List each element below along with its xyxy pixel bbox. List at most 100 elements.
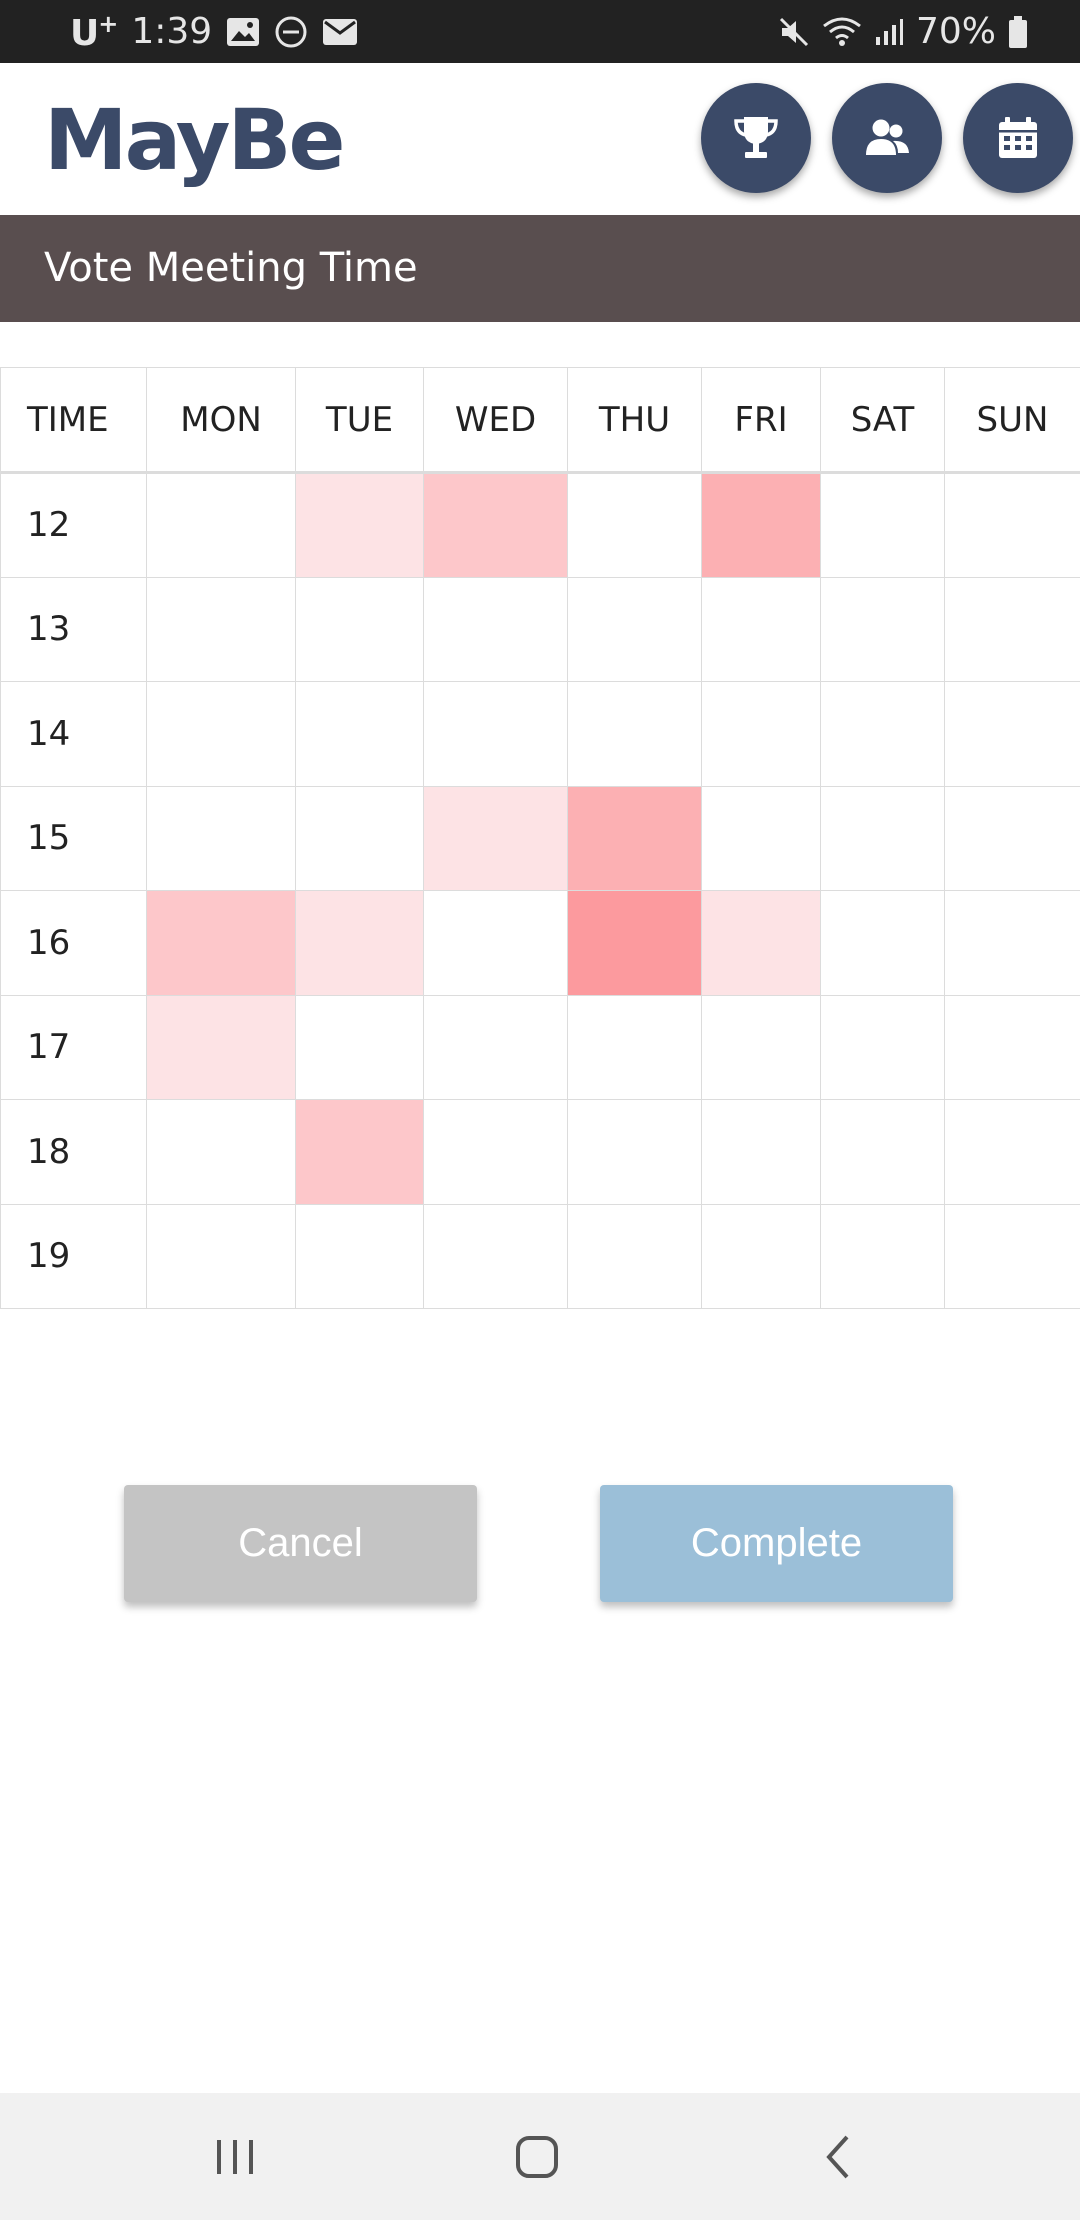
vote-cell-sat-14[interactable] [820, 681, 945, 787]
vote-cell-thu-16[interactable] [567, 890, 702, 996]
back-icon [826, 2135, 849, 2178]
vote-cell-sun-13[interactable] [944, 576, 1080, 682]
trophy-icon [734, 117, 778, 158]
vote-cell-fri-15[interactable] [701, 785, 821, 891]
table-row: 18 [0, 1099, 1080, 1205]
vote-cell-wed-15[interactable] [423, 785, 568, 891]
vote-cell-mon-15[interactable] [146, 785, 296, 891]
hour-label: 15 [0, 785, 147, 891]
mail-icon [322, 18, 358, 46]
vote-cell-wed-13[interactable] [423, 576, 568, 682]
vote-cell-thu-14[interactable] [567, 681, 702, 787]
vote-cell-mon-19[interactable] [146, 1203, 296, 1309]
vote-cell-wed-19[interactable] [423, 1203, 568, 1309]
table-row: 14 [0, 681, 1080, 787]
calendar-button[interactable] [963, 83, 1073, 193]
hour-label: 13 [0, 576, 147, 682]
vote-cell-thu-12[interactable] [567, 472, 702, 578]
image-icon [226, 17, 260, 47]
vote-cell-tue-14[interactable] [295, 681, 424, 787]
status-bar-left: U+ 1:39 [70, 0, 358, 63]
vote-cell-sat-18[interactable] [820, 1099, 945, 1205]
calendar-icon [999, 117, 1037, 158]
vote-cell-sat-16[interactable] [820, 890, 945, 996]
carrier-label: U+ [70, 9, 118, 54]
vote-cell-tue-18[interactable] [295, 1099, 424, 1205]
vote-cell-wed-16[interactable] [423, 890, 568, 996]
vote-cell-wed-17[interactable] [423, 994, 568, 1100]
vote-cell-sun-14[interactable] [944, 681, 1080, 787]
vote-cell-sat-15[interactable] [820, 785, 945, 891]
mute-icon [778, 16, 810, 48]
members-button[interactable] [832, 83, 942, 193]
vote-cell-sat-12[interactable] [820, 472, 945, 578]
home-button[interactable] [477, 2093, 597, 2220]
battery-icon [1008, 15, 1028, 49]
vote-cell-mon-13[interactable] [146, 576, 296, 682]
column-header: TIME [0, 367, 147, 473]
vote-cell-sun-12[interactable] [944, 472, 1080, 578]
vote-cell-tue-19[interactable] [295, 1203, 424, 1309]
vote-cell-sun-16[interactable] [944, 890, 1080, 996]
vote-cell-mon-18[interactable] [146, 1099, 296, 1205]
vote-cell-sun-18[interactable] [944, 1099, 1080, 1205]
vote-cell-mon-14[interactable] [146, 681, 296, 787]
cancel-button[interactable]: Cancel [124, 1485, 477, 1602]
ranking-button[interactable] [701, 83, 811, 193]
vote-cell-wed-18[interactable] [423, 1099, 568, 1205]
vote-cell-tue-17[interactable] [295, 994, 424, 1100]
wifi-icon [822, 16, 862, 48]
table-row: 17 [0, 994, 1080, 1100]
people-icon [866, 119, 909, 155]
vote-cell-thu-19[interactable] [567, 1203, 702, 1309]
clock: 1:39 [131, 11, 213, 52]
vote-cell-fri-16[interactable] [701, 890, 821, 996]
vote-cell-tue-15[interactable] [295, 785, 424, 891]
vote-cell-tue-13[interactable] [295, 576, 424, 682]
vote-cell-fri-14[interactable] [701, 681, 821, 787]
vote-cell-fri-18[interactable] [701, 1099, 821, 1205]
vote-cell-thu-17[interactable] [567, 994, 702, 1100]
table-row: 16 [0, 890, 1080, 996]
vote-cell-fri-19[interactable] [701, 1203, 821, 1309]
vote-cell-thu-13[interactable] [567, 576, 702, 682]
column-header: MON [146, 367, 296, 473]
back-button[interactable] [779, 2093, 899, 2220]
vote-cell-sat-19[interactable] [820, 1203, 945, 1309]
column-header: WED [423, 367, 568, 473]
vote-time-table: TIME MON TUE WED THU FRI SAT SUN 12 13 14 1… [0, 367, 1080, 1309]
vote-cell-sat-17[interactable] [820, 994, 945, 1100]
status-bar-right: 70% [778, 0, 1028, 63]
recents-icon [217, 2139, 253, 2174]
signal-icon [874, 17, 904, 47]
column-header: SUN [944, 367, 1080, 473]
recents-button[interactable] [175, 2093, 295, 2220]
vote-cell-thu-18[interactable] [567, 1099, 702, 1205]
vote-cell-fri-17[interactable] [701, 994, 821, 1100]
column-header: THU [567, 367, 702, 473]
table-header-row: TIME MON TUE WED THU FRI SAT SUN [0, 367, 1080, 473]
complete-button[interactable]: Complete [600, 1485, 953, 1602]
hour-label: 14 [0, 681, 147, 787]
app-logo[interactable]: MayBe [44, 91, 345, 189]
vote-cell-sun-17[interactable] [944, 994, 1080, 1100]
vote-cell-mon-17[interactable] [146, 994, 296, 1100]
vote-cell-thu-15[interactable] [567, 785, 702, 891]
column-header: FRI [701, 367, 821, 473]
hour-label: 16 [0, 890, 147, 996]
vote-cell-fri-13[interactable] [701, 576, 821, 682]
vote-cell-tue-12[interactable] [295, 472, 424, 578]
vote-cell-tue-16[interactable] [295, 890, 424, 996]
vote-cell-sat-13[interactable] [820, 576, 945, 682]
vote-cell-mon-12[interactable] [146, 472, 296, 578]
hour-label: 18 [0, 1099, 147, 1205]
vote-cell-sun-15[interactable] [944, 785, 1080, 891]
vote-cell-sun-19[interactable] [944, 1203, 1080, 1309]
vote-cell-fri-12[interactable] [701, 472, 821, 578]
vote-cell-wed-12[interactable] [423, 472, 568, 578]
system-nav-bar [0, 2093, 1080, 2220]
vote-cell-wed-14[interactable] [423, 681, 568, 787]
hour-label: 19 [0, 1203, 147, 1309]
status-bar: U+ 1:39 70% [0, 0, 1080, 63]
vote-cell-mon-16[interactable] [146, 890, 296, 996]
